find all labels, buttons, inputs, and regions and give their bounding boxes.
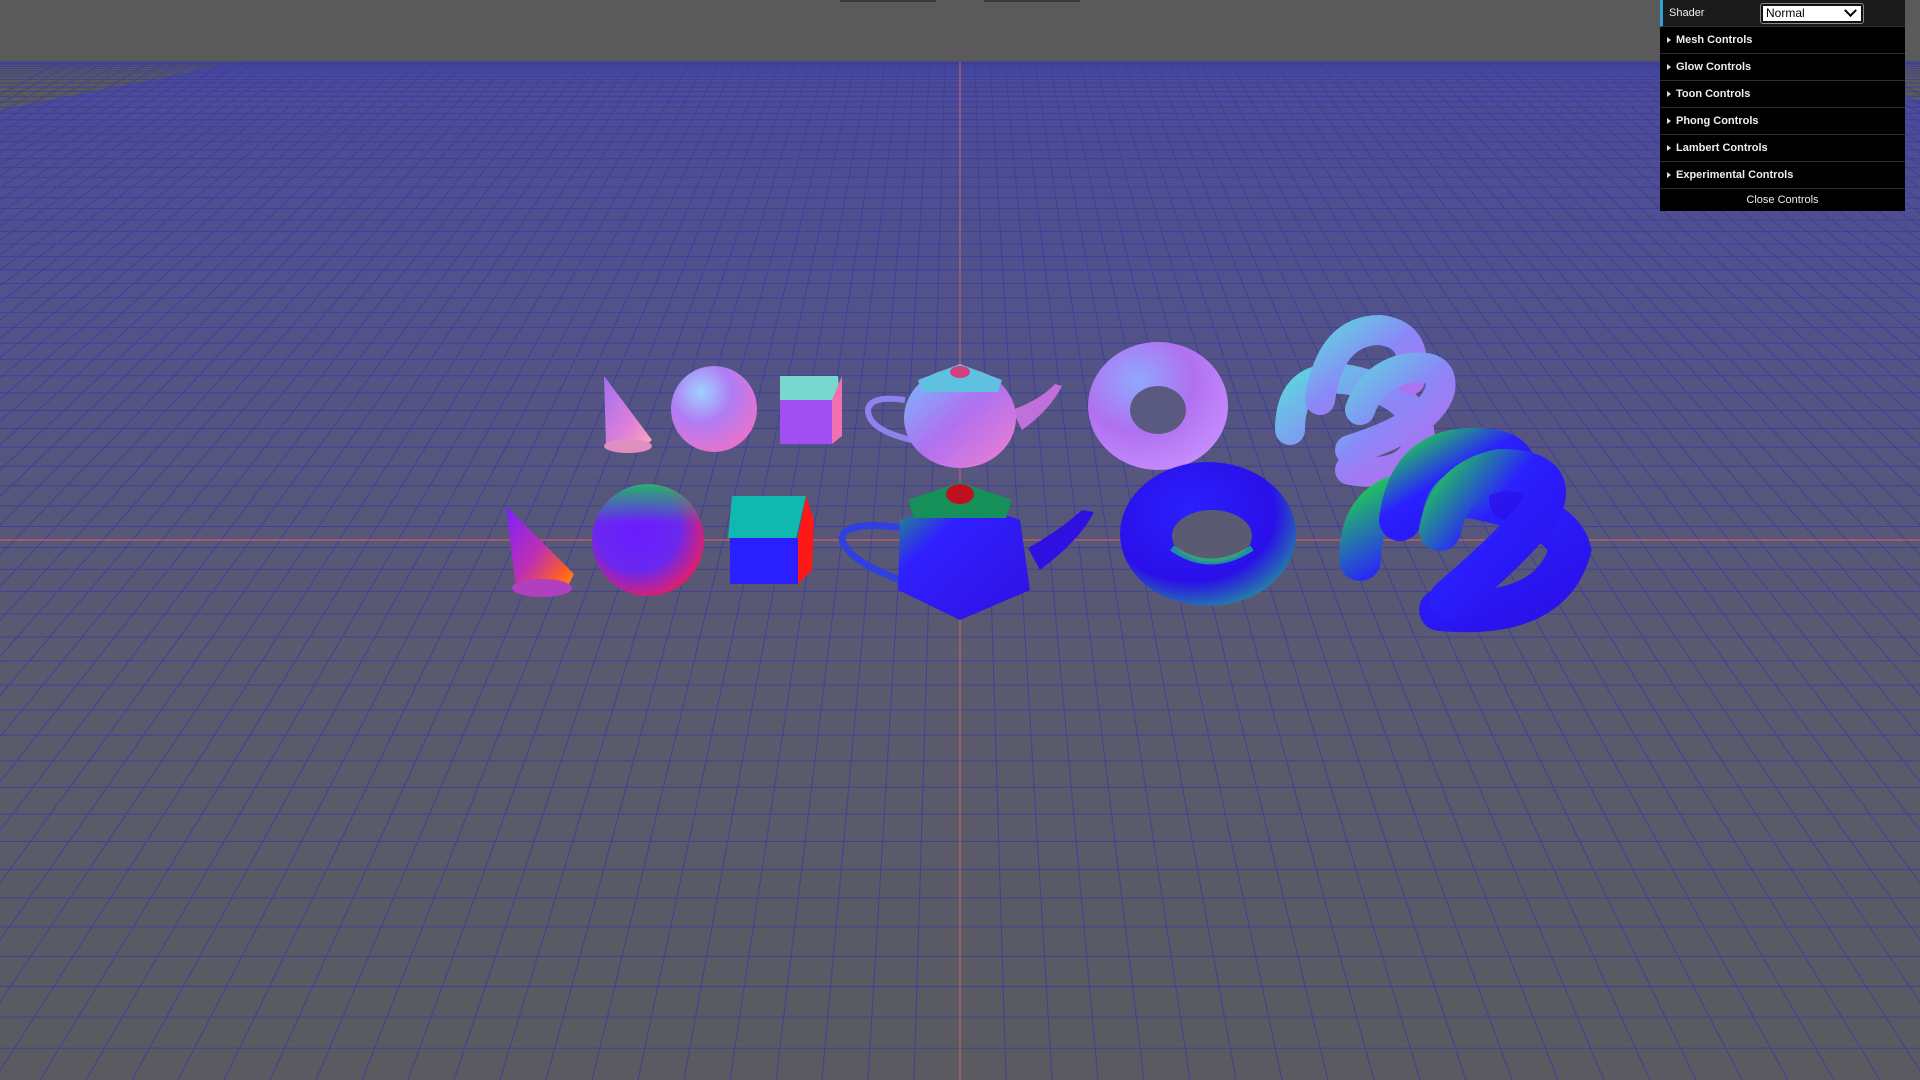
shader-select-value: Normal (1766, 6, 1805, 20)
folder-label: Toon Controls (1676, 88, 1751, 100)
shader-label: Shader (1669, 7, 1705, 19)
close-controls-label: Close Controls (1746, 194, 1819, 206)
chevron-down-icon (1844, 3, 1857, 17)
folder-glow-controls[interactable]: Glow Controls (1660, 54, 1905, 81)
triangle-right-icon (1667, 91, 1671, 97)
folder-mesh-controls[interactable]: Mesh Controls (1660, 27, 1905, 54)
controls-panel: Shader Normal Mesh Controls Glow Control… (1660, 0, 1905, 211)
folder-label: Experimental Controls (1676, 169, 1794, 181)
cube-front (728, 496, 814, 584)
folder-label: Lambert Controls (1676, 142, 1768, 154)
folder-toon-controls[interactable]: Toon Controls (1660, 81, 1905, 108)
triangle-right-icon (1667, 145, 1671, 151)
close-controls-button[interactable]: Close Controls (1660, 189, 1905, 211)
folder-experimental-controls[interactable]: Experimental Controls (1660, 162, 1905, 189)
shader-row: Shader Normal (1660, 0, 1905, 27)
torus-back (1088, 342, 1228, 470)
folder-phong-controls[interactable]: Phong Controls (1660, 108, 1905, 135)
folder-label: Phong Controls (1676, 115, 1759, 127)
triangle-right-icon (1667, 172, 1671, 178)
triangle-right-icon (1667, 118, 1671, 124)
cube-back (780, 376, 842, 444)
3d-viewport[interactable] (0, 0, 1920, 1080)
sphere-back (671, 366, 757, 452)
folder-label: Mesh Controls (1676, 34, 1753, 46)
triangle-right-icon (1667, 37, 1671, 43)
folder-label: Glow Controls (1676, 61, 1752, 73)
folder-lambert-controls[interactable]: Lambert Controls (1660, 135, 1905, 162)
triangle-right-icon (1667, 64, 1671, 70)
torus-front (1120, 462, 1296, 606)
sphere-front (592, 484, 704, 596)
shader-select[interactable]: Normal (1760, 2, 1864, 24)
